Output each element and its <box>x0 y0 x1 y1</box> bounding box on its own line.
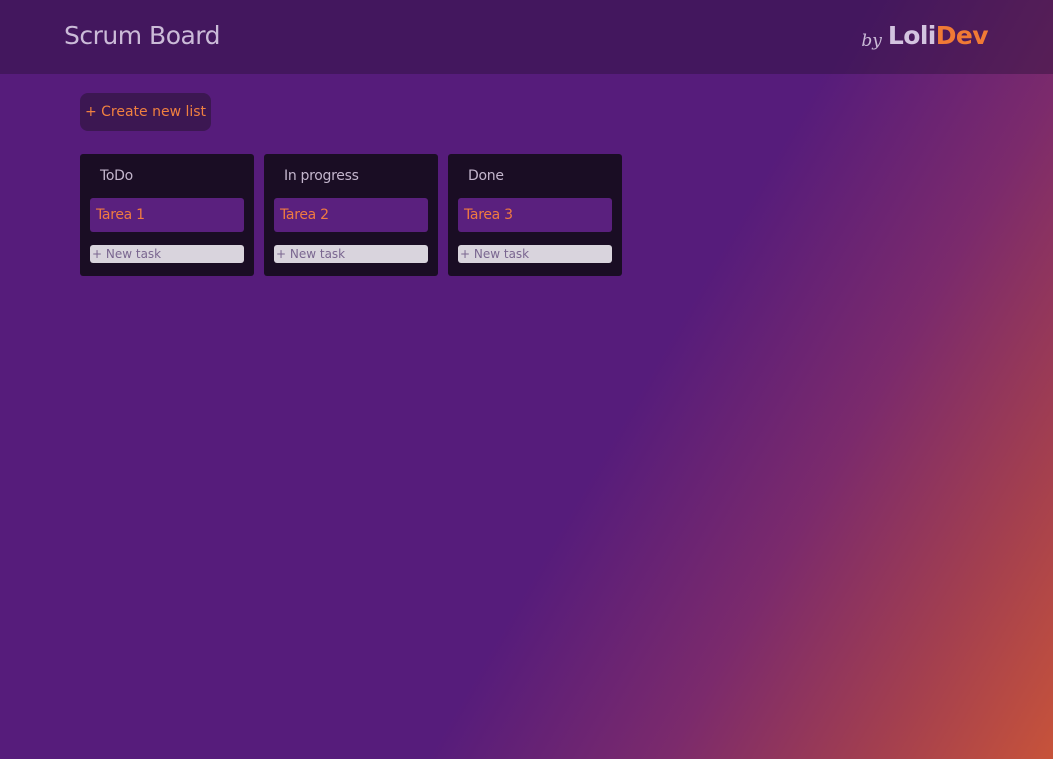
task-card[interactable]: Tarea 3 <box>458 198 612 232</box>
list-title: ToDo <box>100 168 133 184</box>
create-new-list-button[interactable]: + Create new list <box>80 93 211 131</box>
task-card[interactable]: Tarea 1 <box>90 198 244 232</box>
list-todo: ToDo Tarea 1 <box>80 154 254 276</box>
list-in-progress: In progress Tarea 2 <box>264 154 438 276</box>
task-card[interactable]: Tarea 2 <box>274 198 428 232</box>
brand-by-text: by <box>861 31 882 51</box>
list-title: Done <box>468 168 504 184</box>
brand-name-first: Loli <box>887 21 936 50</box>
app-header: Scrum Board by LoliDev <box>0 0 1053 74</box>
list-title: In progress <box>284 168 359 184</box>
list-done: Done Tarea 3 <box>448 154 622 276</box>
brand-name-second: Dev <box>935 21 989 50</box>
new-task-input[interactable] <box>274 245 428 263</box>
brand-logo: by LoliDev <box>861 20 988 57</box>
new-task-input[interactable] <box>90 245 244 263</box>
page-title: Scrum Board <box>64 21 221 50</box>
new-task-input[interactable] <box>458 245 612 263</box>
